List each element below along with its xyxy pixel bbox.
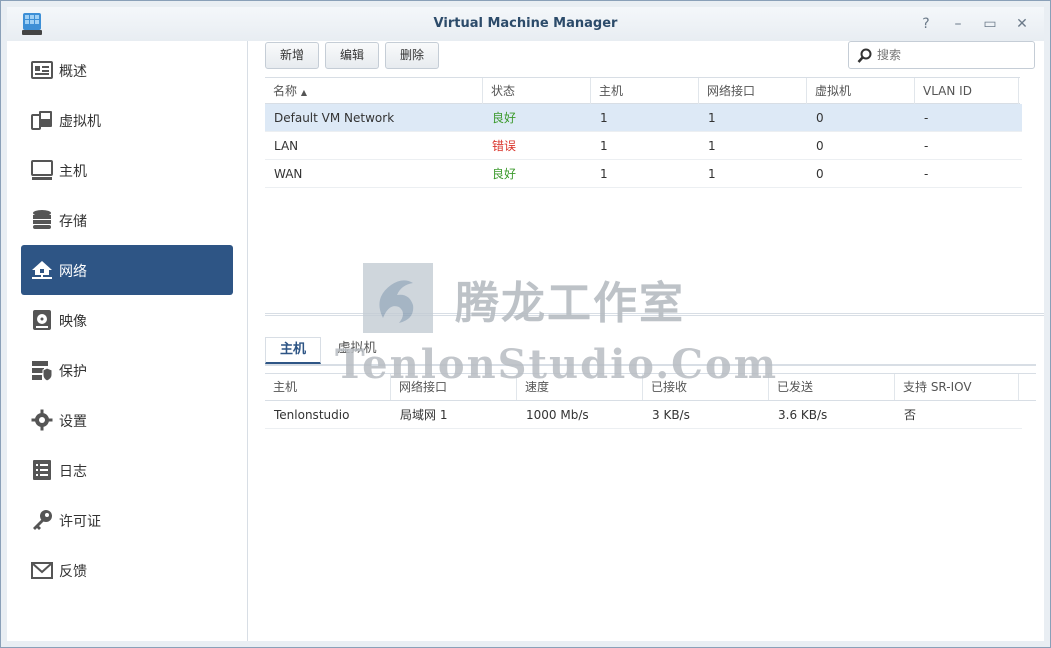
sidebar-item-label: 许可证 bbox=[59, 514, 101, 530]
cell-host: Tenlonstudio bbox=[274, 408, 350, 422]
edit-button[interactable]: 编辑 bbox=[325, 42, 379, 69]
sidebar-item-image[interactable]: 映像 bbox=[21, 295, 233, 345]
minimize-button[interactable]: – bbox=[948, 14, 968, 34]
search-icon bbox=[857, 48, 872, 63]
search-input[interactable] bbox=[877, 46, 1027, 64]
cell-vm: 0 bbox=[816, 167, 824, 181]
gear-icon bbox=[31, 409, 53, 431]
mail-icon bbox=[31, 562, 53, 579]
vmm-window: Virtual Machine Manager ? – ▭ ✕ 概述 虚拟机 主… bbox=[0, 0, 1051, 648]
column-header-status[interactable]: 状态 bbox=[483, 78, 591, 104]
cell-vlan: - bbox=[924, 167, 929, 181]
column-header-name[interactable]: 名称 ▲ bbox=[265, 78, 483, 104]
sort-asc-icon: ▲ bbox=[300, 88, 307, 97]
window-title: Virtual Machine Manager bbox=[433, 16, 618, 31]
cell-host: 1 bbox=[600, 139, 608, 153]
sidebar-item-protection[interactable]: 保护 bbox=[21, 345, 233, 395]
table-row[interactable]: Tenlonstudio 局域网 1 1000 Mb/s 3 KB/s 3.6 … bbox=[265, 401, 1022, 429]
cell-status: 良好 bbox=[492, 167, 517, 181]
sidebar-item-license[interactable]: 许可证 bbox=[21, 495, 233, 545]
sidebar-item-network[interactable]: 网络 bbox=[21, 245, 233, 295]
cell-vlan: - bbox=[924, 111, 929, 125]
cell-name: Default VM Network bbox=[274, 111, 395, 125]
detail-tabs: 主机 虚拟机 bbox=[265, 333, 1036, 366]
close-button[interactable]: ✕ bbox=[1012, 14, 1032, 34]
cell-sent: 3.6 KB/s bbox=[778, 408, 828, 422]
column-header-host[interactable]: 主机 bbox=[265, 374, 391, 400]
sidebar-item-overview[interactable]: 概述 bbox=[21, 45, 233, 95]
column-header-vlan[interactable]: VLAN ID bbox=[915, 78, 1019, 104]
cell-name: LAN bbox=[274, 139, 299, 153]
add-button[interactable]: 新增 bbox=[265, 42, 319, 69]
delete-button[interactable]: 删除 bbox=[385, 42, 439, 69]
overview-icon bbox=[31, 61, 53, 79]
search-box[interactable] bbox=[848, 41, 1035, 69]
main-panel: 新增 编辑 删除 名称 ▲ 状态 主机 网络接口 虚拟机 VLAN ID Def… bbox=[249, 41, 1044, 641]
host-table-header: 主机 网络接口 速度 已接收 已发送 支持 SR-IOV bbox=[265, 373, 1036, 401]
column-header-interface[interactable]: 网络接口 bbox=[699, 78, 807, 104]
disk-image-icon bbox=[33, 310, 51, 330]
sidebar-item-host[interactable]: 主机 bbox=[21, 145, 233, 195]
cell-interface: 局域网 1 bbox=[400, 408, 448, 422]
cell-received: 3 KB/s bbox=[652, 408, 690, 422]
sidebar-item-storage[interactable]: 存储 bbox=[21, 195, 233, 245]
split-divider[interactable] bbox=[265, 313, 1044, 316]
cell-vm: 0 bbox=[816, 111, 824, 125]
help-button[interactable]: ? bbox=[916, 14, 936, 34]
network-home-icon bbox=[32, 261, 52, 279]
monitor-icon bbox=[31, 160, 53, 180]
cell-name: WAN bbox=[274, 167, 303, 181]
column-header-sriov[interactable]: 支持 SR-IOV bbox=[895, 374, 1019, 400]
vm-icon bbox=[31, 111, 52, 130]
column-header-speed[interactable]: 速度 bbox=[517, 374, 643, 400]
sidebar-item-label: 主机 bbox=[59, 164, 87, 180]
network-table-header: 名称 ▲ 状态 主机 网络接口 虚拟机 VLAN ID bbox=[265, 77, 1020, 104]
table-row[interactable]: WAN 良好 1 1 0 - bbox=[265, 160, 1022, 188]
cell-interface: 1 bbox=[708, 111, 716, 125]
protection-icon bbox=[32, 361, 53, 381]
table-row[interactable]: Default VM Network 良好 1 1 0 - bbox=[265, 104, 1022, 132]
sidebar-item-label: 映像 bbox=[59, 314, 87, 330]
sidebar-item-label: 日志 bbox=[59, 464, 87, 480]
key-icon bbox=[33, 510, 52, 530]
tab-vm[interactable]: 虚拟机 bbox=[327, 337, 387, 364]
column-header-label: 名称 bbox=[273, 84, 298, 98]
storage-icon bbox=[33, 210, 51, 229]
sidebar-item-label: 保护 bbox=[59, 364, 87, 380]
column-header-host[interactable]: 主机 bbox=[591, 78, 699, 104]
sidebar-item-label: 设置 bbox=[59, 414, 87, 430]
column-header-received[interactable]: 已接收 bbox=[643, 374, 769, 400]
cell-status: 良好 bbox=[492, 111, 517, 125]
sidebar-item-label: 虚拟机 bbox=[59, 114, 101, 130]
cell-sriov: 否 bbox=[904, 408, 917, 422]
cell-host: 1 bbox=[600, 167, 608, 181]
sidebar-item-label: 概述 bbox=[59, 64, 87, 80]
column-header-vm[interactable]: 虚拟机 bbox=[807, 78, 915, 104]
sidebar: 概述 虚拟机 主机 存储 网络 映像 保护 设置 日志 许可证 反馈 bbox=[7, 41, 248, 641]
title-bar: Virtual Machine Manager ? – ▭ ✕ bbox=[7, 7, 1044, 41]
cell-status: 错误 bbox=[492, 139, 517, 153]
maximize-button[interactable]: ▭ bbox=[980, 14, 1000, 34]
sidebar-item-label: 网络 bbox=[59, 264, 87, 280]
column-header-interface[interactable]: 网络接口 bbox=[391, 374, 517, 400]
log-icon bbox=[33, 460, 51, 480]
sidebar-item-vm[interactable]: 虚拟机 bbox=[21, 95, 233, 145]
sidebar-item-label: 存储 bbox=[59, 214, 87, 230]
cell-interface: 1 bbox=[708, 167, 716, 181]
cell-interface: 1 bbox=[708, 139, 716, 153]
cell-speed: 1000 Mb/s bbox=[526, 408, 589, 422]
column-header-sent[interactable]: 已发送 bbox=[769, 374, 895, 400]
sidebar-item-label: 反馈 bbox=[59, 564, 87, 580]
cell-vm: 0 bbox=[816, 139, 824, 153]
tab-host[interactable]: 主机 bbox=[265, 337, 321, 364]
table-row[interactable]: LAN 错误 1 1 0 - bbox=[265, 132, 1022, 160]
cell-host: 1 bbox=[600, 111, 608, 125]
sidebar-item-feedback[interactable]: 反馈 bbox=[21, 545, 233, 595]
sidebar-item-log[interactable]: 日志 bbox=[21, 445, 233, 495]
sidebar-item-settings[interactable]: 设置 bbox=[21, 395, 233, 445]
cell-vlan: - bbox=[924, 139, 929, 153]
